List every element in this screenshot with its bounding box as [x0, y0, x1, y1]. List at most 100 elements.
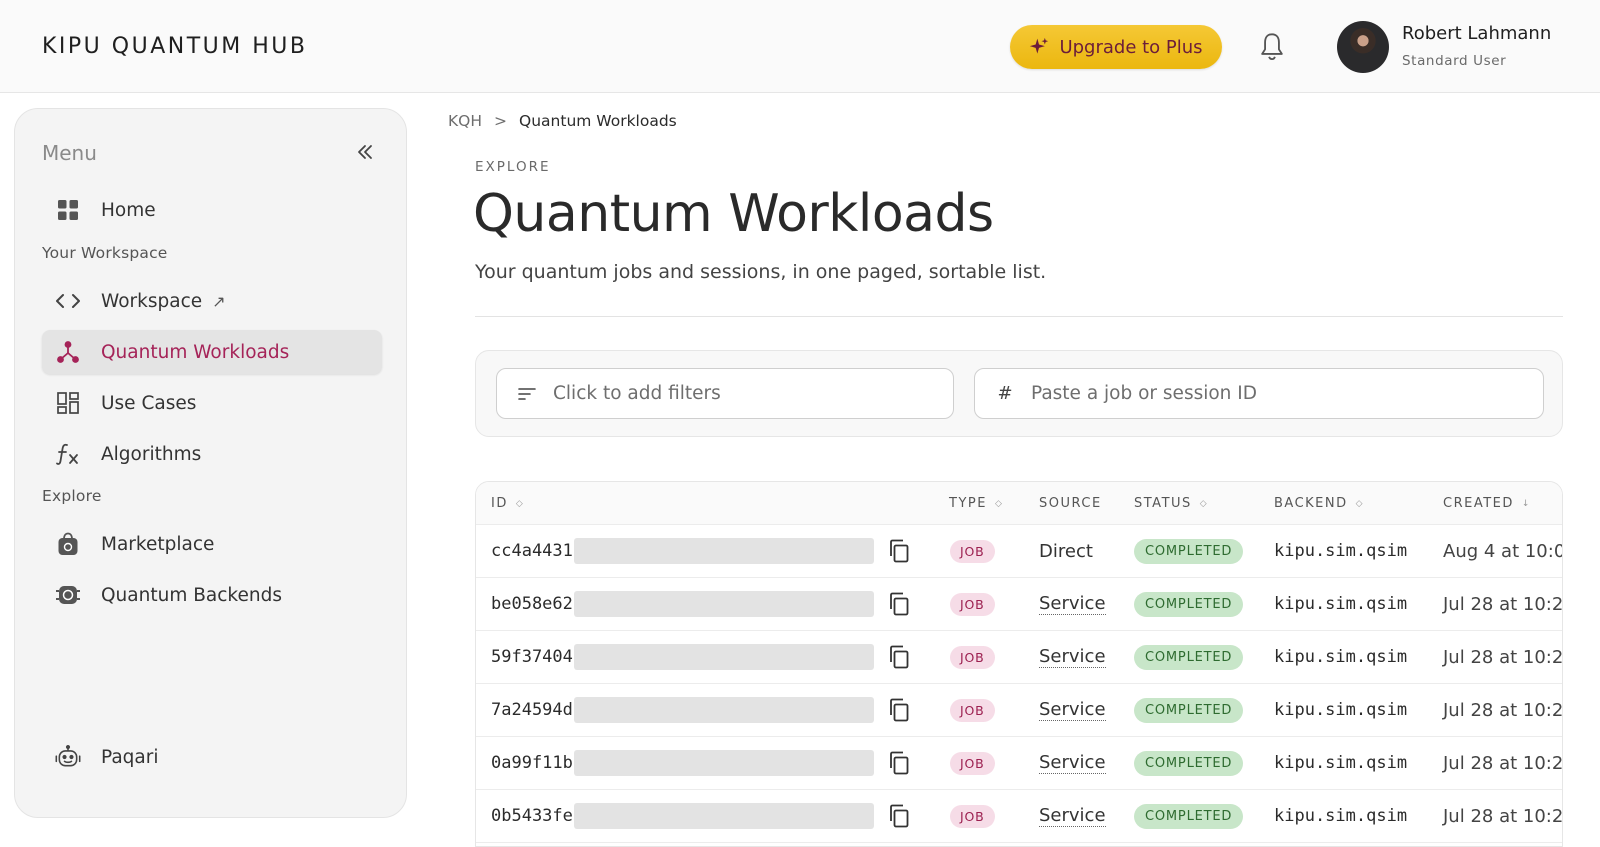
created-text: Jul 28 at 10:2 [1443, 805, 1563, 827]
created-cell: Aug 4 at 10:0 [1443, 525, 1563, 577]
table-row[interactable]: 0b5433fe JOB Service COMPLETED kipu.sim.… [476, 790, 1563, 843]
copy-button[interactable] [888, 737, 910, 789]
backend-text: kipu.sim.qsim [1274, 806, 1408, 826]
copy-icon [890, 645, 909, 669]
column-header-type[interactable]: TYPE ◇ [949, 496, 1002, 511]
breadcrumb-current: Quantum Workloads [519, 112, 677, 130]
copy-button[interactable] [888, 631, 910, 683]
sidebar-item-label: Algorithms [101, 443, 202, 465]
grid-icon [55, 197, 81, 223]
status-badge: COMPLETED [1134, 644, 1244, 670]
table-row[interactable]: cc4a4431 JOB Direct COMPLETED kipu.sim.q… [476, 525, 1563, 578]
sidebar-item-label: Use Cases [101, 392, 197, 414]
sidebar-item-use-cases[interactable]: Use Cases [42, 381, 382, 425]
id-redacted [573, 538, 874, 564]
created-cell: Jul 28 at 10:2 [1443, 790, 1563, 842]
user-role: Standard User [1402, 53, 1507, 69]
created-cell: Jul 28 at 10:2 [1443, 578, 1563, 630]
id-cell: 0b5433fe [491, 790, 874, 842]
avatar[interactable] [1337, 21, 1389, 73]
type-badge: JOB [950, 751, 995, 775]
source-link[interactable]: Service [1039, 752, 1106, 774]
sidebar-item-algorithms[interactable]: Algorithms [42, 432, 382, 476]
source-text: Direct [1039, 540, 1093, 562]
source-link[interactable]: Service [1039, 699, 1106, 721]
row-id: 59f37404 [491, 647, 573, 667]
status-cell: COMPLETED [1134, 525, 1244, 577]
sidebar-item-home[interactable]: Home [42, 188, 382, 232]
page-subtitle: Your quantum jobs and sessions, in one p… [475, 261, 1047, 283]
source-link[interactable]: Service [1039, 805, 1106, 827]
hash-icon: # [997, 383, 1013, 404]
table-row[interactable]: be058e62 JOB Service COMPLETED kipu.sim.… [476, 578, 1563, 631]
section-your-workspace: Your Workspace [42, 244, 168, 262]
status-cell: COMPLETED [1134, 684, 1244, 736]
column-header-created[interactable]: CREATED ↓ [1443, 496, 1529, 511]
sidebar-item-paqari[interactable]: Paqari [42, 735, 382, 779]
breadcrumb: KQH > Quantum Workloads [448, 112, 677, 130]
copy-icon [890, 751, 909, 775]
row-id: 0a99f11b [491, 753, 573, 773]
status-badge: COMPLETED [1134, 697, 1244, 723]
table-row[interactable]: 0a99f11b JOB Service COMPLETED kipu.sim.… [476, 737, 1562, 790]
status-cell: COMPLETED [1134, 737, 1244, 789]
backend-text: kipu.sim.qsim [1274, 594, 1408, 614]
status-badge: COMPLETED [1134, 538, 1244, 564]
id-search-input[interactable]: # Paste a job or session ID [974, 368, 1544, 419]
copy-icon [890, 804, 909, 828]
function-icon [55, 441, 81, 467]
table-row[interactable]: 59f37404 JOB Service COMPLETED kipu.sim.… [476, 631, 1563, 684]
copy-icon [890, 698, 909, 722]
type-badge: JOB [950, 592, 995, 616]
sparkle-icon [1030, 37, 1049, 54]
page-eyebrow: EXPLORE [475, 159, 551, 175]
sidebar-item-quantum-backends[interactable]: Quantum Backends [42, 573, 382, 617]
copy-icon [890, 539, 909, 563]
copy-button[interactable] [888, 790, 910, 842]
type-cell: JOB [950, 525, 995, 577]
backend-text: kipu.sim.qsim [1274, 700, 1408, 720]
backend-cell: kipu.sim.qsim [1274, 737, 1407, 789]
workloads-table: ID ◇ TYPE ◇ SOURCE STATUS ◇ BACKEND ◇ CREATE… [475, 481, 1563, 847]
shopping-bag-icon [55, 531, 81, 557]
source-link[interactable]: Service [1039, 646, 1106, 668]
filter-input[interactable]: Click to add filters [496, 368, 954, 419]
source-cell: Service [1039, 737, 1106, 789]
copy-button[interactable] [888, 684, 910, 736]
bell-icon[interactable] [1258, 32, 1286, 62]
chip-icon [55, 582, 81, 608]
backend-text: kipu.sim.qsim [1274, 647, 1408, 667]
column-header-source: SOURCE [1039, 496, 1102, 511]
column-header-backend[interactable]: BACKEND ◇ [1274, 496, 1363, 511]
id-cell: 0a99f11b [491, 737, 874, 789]
source-link[interactable]: Service [1039, 593, 1106, 615]
sidebar-item-workspace[interactable]: Workspace ↗ [42, 279, 382, 323]
collapse-sidebar-icon[interactable] [355, 142, 375, 162]
status-badge: COMPLETED [1134, 803, 1244, 829]
created-text: Aug 4 at 10:0 [1443, 540, 1563, 562]
id-redacted [573, 803, 874, 829]
filter-panel: Click to add filters # Paste a job or se… [475, 350, 1563, 437]
copy-button[interactable] [888, 578, 910, 630]
table-row[interactable]: 7a24594d JOB Service COMPLETED kipu.sim.… [476, 684, 1562, 737]
id-search-placeholder: Paste a job or session ID [1031, 383, 1257, 404]
status-badge: COMPLETED [1134, 750, 1244, 776]
breadcrumb-root[interactable]: KQH [448, 112, 482, 130]
upgrade-button[interactable]: Upgrade to Plus [1010, 25, 1222, 69]
sidebar-item-label: Quantum Backends [101, 584, 282, 606]
created-text: Jul 28 at 10:2 [1443, 593, 1563, 615]
app-logo[interactable]: KIPU QUANTUM HUB [42, 34, 307, 59]
column-header-status[interactable]: STATUS ◇ [1134, 496, 1207, 511]
copy-button[interactable] [888, 525, 910, 577]
divider [475, 316, 1563, 317]
sidebar-item-marketplace[interactable]: Marketplace [42, 522, 382, 566]
sort-icon: ◇ [1355, 498, 1363, 509]
type-cell: JOB [950, 790, 995, 842]
type-badge: JOB [950, 539, 995, 563]
id-cell: 59f37404 [491, 631, 874, 683]
column-header-id[interactable]: ID ◇ [491, 496, 523, 511]
status-cell: COMPLETED [1134, 578, 1244, 630]
created-text: Jul 28 at 10:2 [1443, 646, 1563, 668]
sidebar-item-quantum-workloads[interactable]: Quantum Workloads [42, 330, 382, 374]
id-redacted [573, 591, 874, 617]
